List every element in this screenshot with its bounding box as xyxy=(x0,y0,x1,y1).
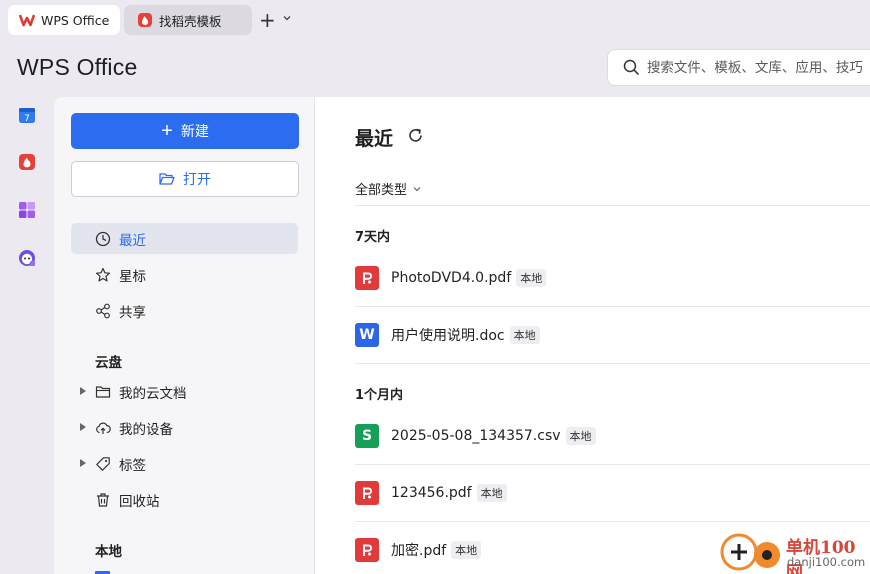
expand-arrow-icon[interactable] xyxy=(80,459,86,467)
sidebar-item-label: 星标 xyxy=(119,268,146,285)
expand-arrow-icon[interactable] xyxy=(80,423,86,431)
brand-title: WPS Office xyxy=(17,54,138,80)
clock-icon xyxy=(95,231,111,246)
file-row[interactable]: 加密.pdf 本地 xyxy=(355,538,482,562)
sidebar-item-my-cloud-docs[interactable]: 我的云文档 xyxy=(71,376,298,407)
sidebar-item-my-devices[interactable]: 我的设备 xyxy=(71,412,298,443)
local-heading: 本地 xyxy=(95,544,122,560)
tab-wps-office[interactable]: WPS Office xyxy=(8,5,120,35)
open-label: 打开 xyxy=(183,172,211,188)
word-file-icon: W xyxy=(355,323,379,347)
search-box[interactable] xyxy=(607,49,870,86)
assistant-icon[interactable] xyxy=(18,249,36,267)
chevron-down-icon[interactable] xyxy=(282,13,292,23)
divider xyxy=(355,464,870,465)
local-badge: 本地 xyxy=(565,427,596,445)
file-row[interactable]: W 用户使用说明.doc 本地 xyxy=(355,323,540,347)
main-panel: + 新建 打开 最近 星标 共享 云盘 我的云文档 我的设备 标签 回收站 本地… xyxy=(54,97,870,574)
folder-open-icon xyxy=(159,173,175,185)
file-row[interactable]: PhotoDVD4.0.pdf 本地 xyxy=(355,266,547,290)
tab-docer-templates[interactable]: 找稻壳模板 xyxy=(124,5,252,35)
pdf-file-icon xyxy=(355,266,379,290)
local-badge: 本地 xyxy=(451,541,482,559)
cloud-heading: 云盘 xyxy=(95,355,122,371)
open-button[interactable]: 打开 xyxy=(71,161,299,197)
sidebar-item-starred[interactable]: 星标 xyxy=(71,259,298,290)
apps-icon[interactable] xyxy=(18,201,36,219)
divider xyxy=(355,306,870,307)
tab-label: 找稻壳模板 xyxy=(159,13,222,29)
wps-logo-icon xyxy=(19,14,35,27)
search-input[interactable] xyxy=(646,59,870,76)
pdf-file-icon xyxy=(355,481,379,505)
group-heading-1-month: 1个月内 xyxy=(355,388,404,403)
tab-label: WPS Office xyxy=(41,12,110,28)
group-heading-7-days: 7天内 xyxy=(355,230,391,245)
expand-arrow-icon[interactable] xyxy=(80,387,86,395)
file-name: 2025-05-08_134357.csv xyxy=(391,428,561,444)
new-tab-button[interactable]: + xyxy=(259,10,276,30)
tab-bar: WPS Office 找稻壳模板 + xyxy=(0,0,870,40)
file-row[interactable]: 123456.pdf 本地 xyxy=(355,481,507,505)
sidebar-item-recent[interactable]: 最近 xyxy=(71,223,298,254)
sidebar-item-label: 回收站 xyxy=(119,493,160,510)
new-button[interactable]: + 新建 xyxy=(71,113,299,149)
divider xyxy=(355,363,870,364)
docer-icon[interactable] xyxy=(18,153,36,171)
calendar-icon[interactable]: 7 xyxy=(18,106,36,124)
sidebar: + 新建 打开 最近 星标 共享 云盘 我的云文档 我的设备 标签 回收站 本地 xyxy=(54,97,315,574)
sidebar-item-label: 共享 xyxy=(119,304,146,321)
divider xyxy=(355,205,870,206)
sidebar-item-shared[interactable]: 共享 xyxy=(71,295,298,326)
sidebar-item-tags[interactable]: 标签 xyxy=(71,448,298,479)
pdf-file-icon xyxy=(355,538,379,562)
plus-icon: + xyxy=(161,120,173,142)
sidebar-item-label: 最近 xyxy=(119,232,146,249)
sidebar-item-label: 标签 xyxy=(119,457,146,474)
file-name: 123456.pdf xyxy=(391,485,472,501)
divider xyxy=(355,521,870,522)
svg-text:7: 7 xyxy=(24,114,30,124)
file-name: 加密.pdf xyxy=(391,543,447,559)
recent-files-view: 最近 全部类型 7天内 PhotoDVD4.0.pdf 本地 W 用户使用说明.… xyxy=(315,97,870,574)
star-icon xyxy=(95,267,111,281)
share-icon xyxy=(96,303,110,318)
folder-icon xyxy=(95,385,111,398)
page-title: 最近 xyxy=(355,128,394,150)
sidebar-item-trash[interactable]: 回收站 xyxy=(71,484,298,515)
local-badge: 本地 xyxy=(476,484,507,502)
spreadsheet-file-icon: S xyxy=(355,424,379,448)
file-row[interactable]: S 2025-05-08_134357.csv 本地 xyxy=(355,424,596,448)
cloud-upload-icon xyxy=(96,422,111,434)
file-name: 用户使用说明.doc xyxy=(391,328,505,344)
chevron-down-icon xyxy=(413,186,421,191)
file-type-filter[interactable]: 全部类型 xyxy=(355,179,422,198)
watermark-url: danji100.com xyxy=(787,555,866,569)
docer-icon xyxy=(138,13,152,27)
local-badge: 本地 xyxy=(516,269,547,287)
sidebar-item-label: 我的云文档 xyxy=(119,385,187,402)
trash-icon xyxy=(97,492,109,507)
tag-icon xyxy=(96,456,110,471)
file-name: PhotoDVD4.0.pdf xyxy=(391,270,512,286)
sidebar-item-label: 我的设备 xyxy=(119,421,173,438)
search-icon xyxy=(623,59,640,76)
filter-label: 全部类型 xyxy=(355,183,408,198)
new-label: 新建 xyxy=(180,123,209,139)
local-badge: 本地 xyxy=(509,326,540,344)
refresh-icon[interactable] xyxy=(407,127,424,144)
